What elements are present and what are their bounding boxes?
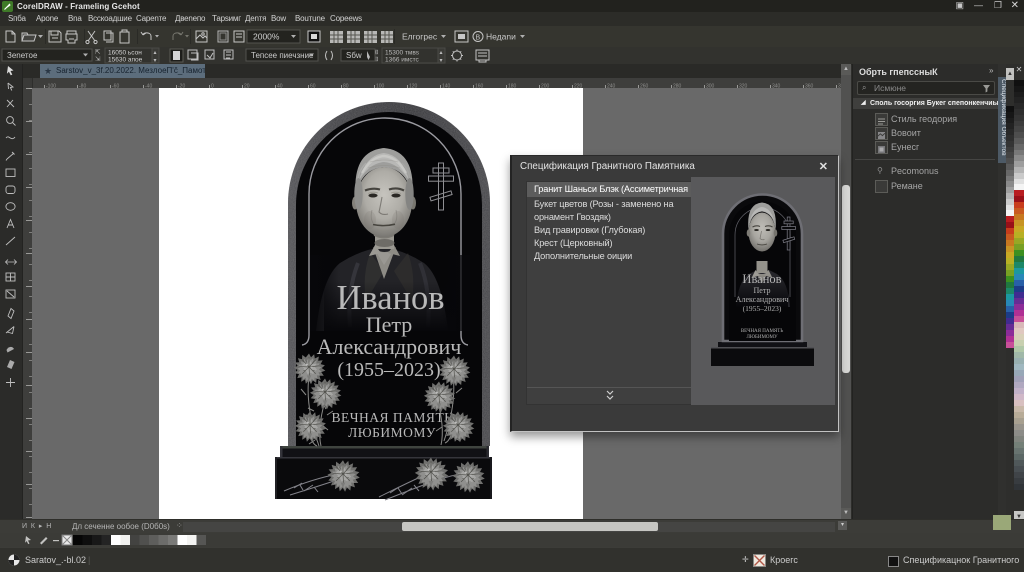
svg-text:15630 апое: 15630 апое	[108, 57, 143, 64]
svg-text:⇱: ⇱	[95, 48, 101, 56]
svg-text:1366 имстс: 1366 имстс	[385, 57, 420, 64]
svg-text:Недаnи: Недаnи	[486, 32, 516, 42]
svg-text:Александрович: Александрович	[317, 334, 462, 359]
svg-text:(1955–2023): (1955–2023)	[337, 359, 440, 381]
svg-text:▴: ▴	[154, 50, 157, 56]
svg-text:2000%: 2000%	[253, 32, 280, 42]
svg-text:(1955–2023): (1955–2023)	[743, 304, 782, 313]
svg-text:В: В	[476, 35, 481, 42]
svg-text:16050 ьсон: 16050 ьсон	[108, 50, 142, 57]
svg-text:Александрович: Александрович	[736, 295, 789, 304]
svg-text:Зеnетое: Зеnетое	[7, 51, 38, 60]
svg-text:Sбw: Sбw	[346, 51, 362, 60]
svg-text:15300 тмвs: 15300 тмвs	[385, 50, 420, 57]
svg-text:Иванов: Иванов	[742, 272, 781, 286]
svg-text:ВЕЧНАЯ ПАМЯТЬ: ВЕЧНАЯ ПАМЯТЬ	[332, 410, 453, 425]
svg-text:Тепсее пиечзние: Тепсее пиечзние	[251, 51, 314, 60]
svg-text:ЛЮБИМОМУ: ЛЮБИМОМУ	[746, 335, 778, 340]
svg-text:ВЕЧНАЯ ПАМЯТЬ: ВЕЧНАЯ ПАМЯТЬ	[741, 329, 784, 334]
svg-text:ЛЮБИМОМУ: ЛЮБИМОМУ	[348, 425, 436, 440]
svg-text:⇲: ⇲	[95, 55, 101, 63]
svg-text:Елгогрес: Елгогрес	[402, 32, 438, 42]
svg-text:Петр: Петр	[754, 286, 771, 295]
svg-text:▴: ▴	[440, 50, 443, 56]
